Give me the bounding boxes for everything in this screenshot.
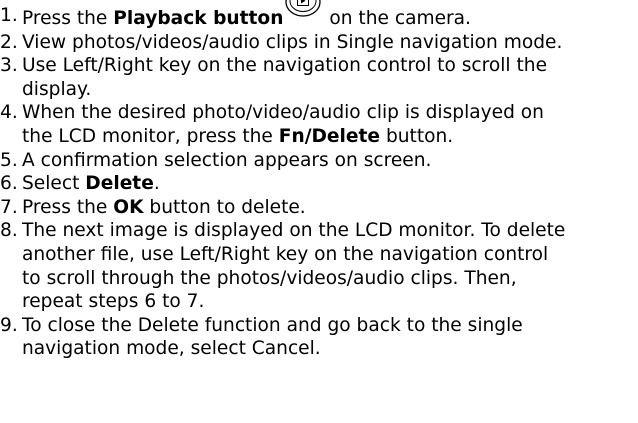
step-number: 3. (0, 55, 18, 77)
step-3: 3. Use Left/Right key on the navigation … (0, 54, 638, 101)
step-number: 7. (0, 196, 18, 218)
step-line: another file, use Left/Right key on the … (22, 243, 549, 265)
step-line: Select Delete. (22, 173, 160, 195)
step-5: 5. A confirmation selection appears on s… (0, 149, 638, 173)
delete-instructions-list: 1. Press the Playback button on the came… (0, 0, 638, 361)
step-number: 6. (0, 173, 18, 195)
step-7: 7. Press the OK button to delete. (0, 196, 638, 220)
step-number: 1. (0, 5, 18, 26)
step-1: 1. Press the Playback button on the came… (0, 0, 638, 31)
step-line: When the desired photo/video/audio clip … (22, 102, 544, 124)
delete-option-label: Delete (85, 173, 154, 195)
step-number: 4. (0, 102, 18, 124)
step-line: View photos/videos/audio clips in Single… (22, 31, 563, 53)
ok-button-label: OK (113, 196, 144, 218)
step-line: to scroll through the photos/videos/audi… (22, 267, 517, 289)
step-line: To close the Delete function and go back… (22, 314, 523, 336)
step-line: Use Left/Right key on the navigation con… (22, 55, 548, 77)
step-2: 2. View photos/videos/audio clips in Sin… (0, 31, 638, 55)
playback-button-label: Playback button (113, 8, 284, 29)
step-line: display. (22, 78, 92, 100)
step-line: repeat steps 6 to 7. (22, 291, 205, 313)
step-line: Press the Playback button on the camera. (22, 0, 638, 31)
step-line: Press the OK button to delete. (22, 196, 306, 218)
step-line: navigation mode, select Cancel. (22, 338, 321, 360)
playback-icon (283, 0, 323, 24)
step-number: 9. (0, 314, 18, 336)
step-4: 4. When the desired photo/video/audio cl… (0, 101, 638, 148)
step-number: 5. (0, 149, 18, 171)
step-9: 9. To close the Delete function and go b… (0, 314, 638, 361)
step-line: The next image is displayed on the LCD m… (22, 220, 566, 242)
fn-delete-button-label: Fn/Delete (278, 125, 381, 147)
step-6: 6. Select Delete. (0, 172, 638, 196)
step-number: 2. (0, 31, 18, 53)
step-line: the LCD monitor, press the Fn/Delete but… (22, 125, 454, 147)
step-number: 8. (0, 220, 18, 242)
step-line: A confirmation selection appears on scre… (22, 149, 432, 171)
step-8: 8. The next image is displayed on the LC… (0, 219, 638, 313)
